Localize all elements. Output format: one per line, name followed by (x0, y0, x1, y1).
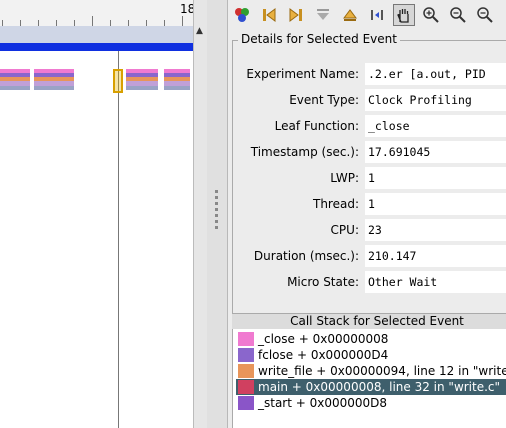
up-icon[interactable] (339, 4, 361, 26)
thread-label: Thread: (312, 197, 359, 211)
leaf-function-value: _close (365, 115, 506, 137)
micro-state-value: Other Wait (365, 271, 506, 293)
zoom-in-icon[interactable] (420, 4, 442, 26)
timestamp-label: Timestamp (sec.): (250, 145, 359, 159)
timeline-panel[interactable]: 18 (0, 0, 193, 428)
timeline-scrollbar[interactable]: ▲ (193, 0, 208, 428)
toolbar (228, 0, 506, 30)
event-stack[interactable] (34, 69, 74, 91)
previous-event-icon[interactable] (258, 4, 280, 26)
call-stack-item-selected[interactable]: main + 0x00000008, line 32 in "write.c" (236, 379, 506, 395)
call-stack-item[interactable]: _start + 0x000000D8 (236, 395, 506, 411)
call-stack-title: Call Stack for Selected Event (232, 313, 506, 330)
call-stack-item[interactable]: write_file + 0x00000094, line 12 in "wri… (236, 363, 506, 379)
time-ruler: 18 (0, 0, 193, 27)
zoom-reset-icon[interactable] (474, 4, 496, 26)
next-event-icon[interactable] (285, 4, 307, 26)
event-type-label: Event Type: (289, 93, 359, 107)
lwp-value: 1 (365, 167, 506, 189)
duration-label: Duration (msec.): (253, 249, 359, 263)
hand-icon[interactable] (393, 4, 415, 26)
micro-state-label: Micro State: (287, 275, 359, 289)
time-cursor (118, 51, 119, 428)
timeline-bar (0, 26, 193, 43)
down-icon[interactable] (312, 4, 334, 26)
experiment-name-value: .2.er [a.out, PID (365, 63, 506, 85)
thread-value: 1 (365, 193, 506, 215)
details-pane: Details for Selected Event Experiment Na… (228, 0, 506, 428)
function-color-swatch (238, 364, 254, 378)
call-stack-item[interactable]: fclose + 0x000000D4 (236, 347, 506, 363)
function-color-swatch (238, 380, 254, 394)
event-type-value: Clock Profiling (365, 89, 506, 111)
lwp-label: LWP: (330, 171, 359, 185)
function-color-swatch (238, 348, 254, 362)
function-color-swatch (238, 396, 254, 410)
event-details-panel: Details for Selected Event Experiment Na… (232, 32, 506, 314)
call-stack-item[interactable]: _close + 0x00000008 (236, 331, 506, 347)
event-stack[interactable] (126, 69, 158, 91)
zoom-out-icon[interactable] (447, 4, 469, 26)
reset-icon[interactable] (366, 4, 388, 26)
cpu-label: CPU: (330, 223, 359, 237)
timeline-bar-highlight (0, 43, 193, 51)
duration-value: 210.147 (365, 245, 506, 267)
split-divider[interactable] (207, 0, 228, 428)
timestamp-value: 17.691045 (365, 141, 506, 163)
leaf-function-label: Leaf Function: (274, 119, 359, 133)
call-stack-list[interactable]: _close + 0x00000008 fclose + 0x000000D4 … (232, 329, 506, 428)
event-stack[interactable] (164, 69, 190, 91)
cpu-value: 23 (365, 219, 506, 241)
ruler-label: 18 (180, 2, 193, 16)
experiment-name-label: Experiment Name: (246, 67, 359, 81)
scroll-up-icon[interactable]: ▲ (196, 26, 203, 36)
selected-event[interactable] (113, 69, 123, 93)
event-stack[interactable] (0, 69, 30, 91)
color-chooser-icon[interactable] (231, 4, 253, 26)
details-title: Details for Selected Event (238, 32, 400, 46)
function-color-swatch (238, 332, 254, 346)
